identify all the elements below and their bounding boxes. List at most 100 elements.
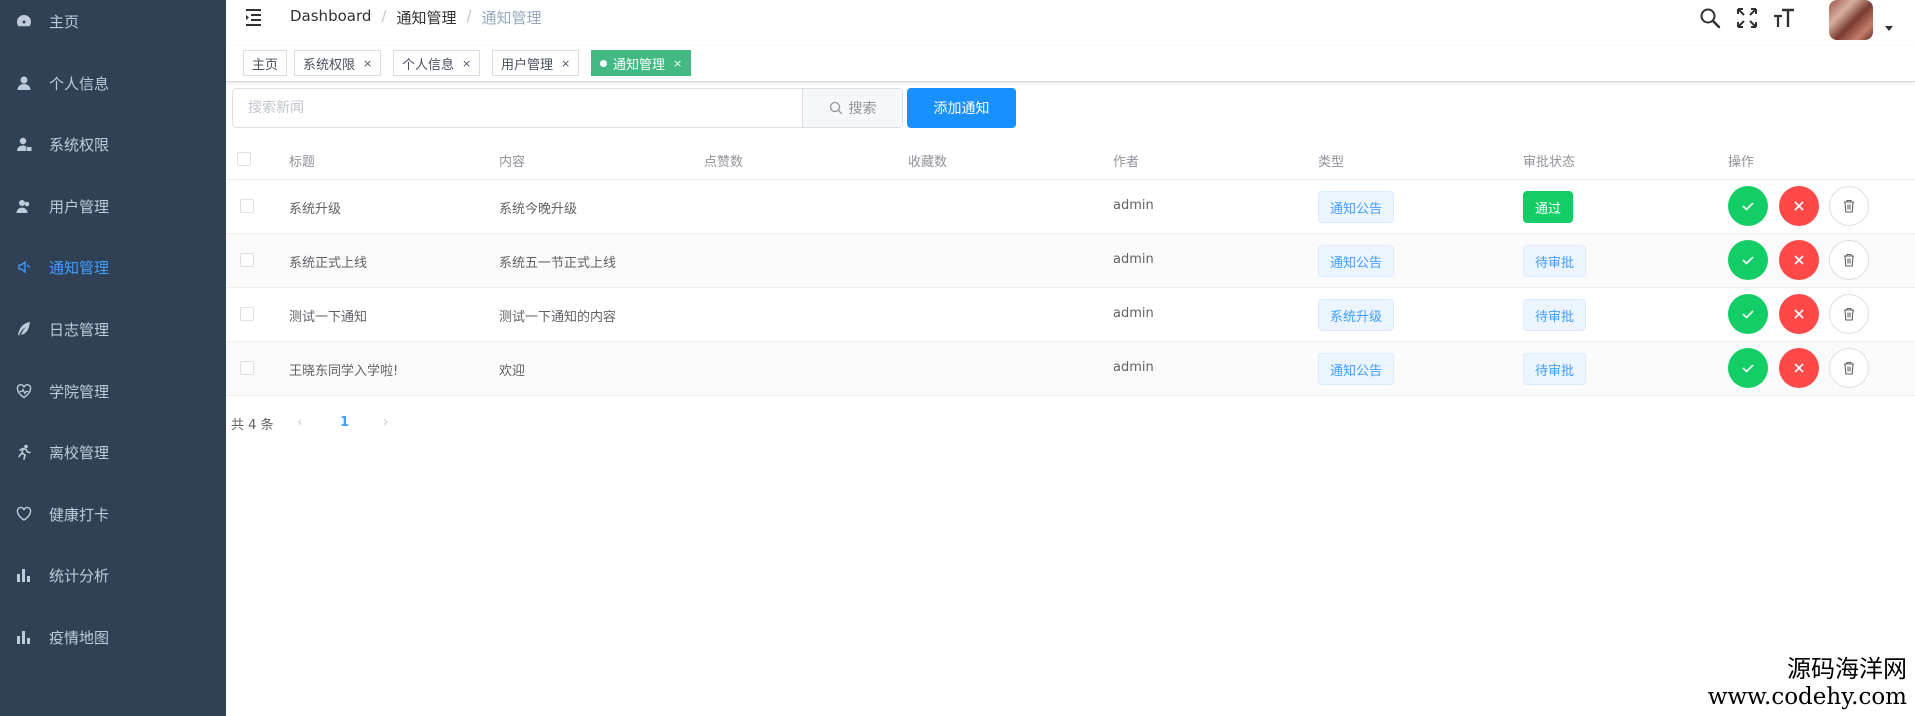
breadcrumb: Dashboard / 通知管理 / 通知管理 [290, 7, 542, 28]
delete-button[interactable] [1829, 240, 1869, 280]
search-icon[interactable] [1699, 7, 1721, 29]
pagination-page[interactable]: 1 [340, 415, 349, 430]
delete-button[interactable] [1829, 294, 1869, 334]
sidebar-item-label: 健康打卡 [49, 505, 110, 524]
breadcrumb-item[interactable]: 通知管理 [396, 7, 456, 28]
sidebar-item-leave-school[interactable]: 离校管理 [0, 421, 226, 483]
status-badge: 待审批 [1523, 299, 1587, 331]
right-menu [1695, 0, 1915, 46]
watermark: 源码海洋网 www.codehy.com [1708, 649, 1907, 710]
close-icon[interactable]: × [363, 57, 372, 70]
chevron-right-icon[interactable]: › [383, 415, 388, 430]
table-header: 标题 内容 点赞数 收藏数 作者 类型 审批状态 操作 [226, 138, 1915, 180]
chevron-down-icon[interactable] [1885, 26, 1893, 31]
breadcrumb-item[interactable]: Dashboard [290, 7, 371, 28]
sidebar-item-epidemic-map[interactable]: 疫情地图 [0, 606, 226, 668]
user-lock-icon [16, 136, 32, 152]
cell-title: 系统正式上线 [289, 256, 368, 271]
add-notification-button[interactable]: 添加通知 [907, 88, 1016, 128]
trash-icon [1844, 307, 1854, 321]
close-icon [1794, 201, 1804, 211]
tag-users[interactable]: 用户管理 × [492, 50, 580, 76]
sidebar-item-profile[interactable]: 个人信息 [0, 52, 226, 114]
users-icon [16, 198, 32, 214]
reject-button[interactable] [1779, 294, 1819, 334]
cell-content: 系统五一节正式上线 [499, 256, 617, 271]
sidebar-item-label: 系统权限 [49, 135, 110, 154]
column-header-status: 审批状态 [1523, 155, 1576, 170]
close-icon[interactable]: × [673, 57, 682, 70]
bar-chart-icon [16, 567, 32, 583]
tag-label: 主页 [252, 57, 279, 73]
type-tag: 通知公告 [1318, 353, 1395, 385]
close-icon[interactable]: × [462, 57, 471, 70]
delete-button[interactable] [1829, 186, 1869, 226]
sidebar-item-label: 主页 [49, 12, 80, 31]
approve-button[interactable] [1728, 186, 1768, 226]
row-checkbox[interactable] [240, 307, 254, 321]
tag-label: 系统权限 [303, 57, 356, 73]
row-checkbox[interactable] [240, 253, 254, 267]
cell-content: 测试一下通知的内容 [499, 310, 617, 325]
trash-icon [1844, 199, 1854, 213]
cell-author: admin [1113, 252, 1154, 267]
check-icon [1742, 256, 1754, 265]
check-icon [1742, 310, 1754, 319]
cell-author: admin [1113, 198, 1154, 213]
search-icon [829, 101, 842, 115]
sidebar-item-users[interactable]: 用户管理 [0, 175, 226, 237]
row-checkbox[interactable] [240, 361, 254, 375]
column-header-type: 类型 [1318, 155, 1345, 170]
fullscreen-icon[interactable] [1736, 7, 1758, 29]
search-button[interactable]: 搜索 [802, 89, 902, 127]
approve-button[interactable] [1728, 294, 1768, 334]
approve-button[interactable] [1728, 348, 1768, 388]
tags-view: 主页 系统权限 × 个人信息 × 用户管理 × 通知管理 × [226, 46, 1915, 82]
search-box: 搜索 [232, 88, 903, 128]
hamburger-icon[interactable] [245, 7, 265, 27]
column-header-content: 内容 [499, 155, 526, 170]
tag-permissions[interactable]: 系统权限 × [294, 50, 382, 76]
tag-home[interactable]: 主页 [243, 50, 288, 76]
sidebar-item-statistics[interactable]: 统计分析 [0, 544, 226, 606]
status-badge: 待审批 [1523, 353, 1587, 385]
sidebar: 主页 个人信息 系统权限 用户管理 通知管理 日志管理 学院管理 离校管理 健康… [0, 0, 226, 716]
avatar[interactable] [1829, 0, 1873, 40]
trash-icon [1844, 253, 1854, 267]
breadcrumb-separator: / [381, 7, 387, 25]
cell-author: admin [1113, 306, 1154, 321]
row-checkbox[interactable] [240, 199, 254, 213]
font-size-icon[interactable] [1773, 7, 1795, 29]
sidebar-item-college[interactable]: 学院管理 [0, 360, 226, 422]
table-row: 系统升级 系统今晚升级 admin 通知公告 通过 [226, 180, 1915, 234]
cell-title: 测试一下通知 [289, 310, 368, 325]
column-header-actions: 操作 [1728, 155, 1755, 170]
select-all-checkbox[interactable] [237, 152, 251, 166]
watermark-line1: 源码海洋网 [1787, 655, 1907, 683]
sidebar-item-logs[interactable]: 日志管理 [0, 298, 226, 360]
approve-button[interactable] [1728, 240, 1768, 280]
chevron-left-icon[interactable]: ‹ [297, 415, 302, 430]
close-icon [1794, 363, 1804, 373]
sidebar-item-label: 用户管理 [49, 197, 110, 216]
reject-button[interactable] [1779, 348, 1819, 388]
sidebar-item-permissions[interactable]: 系统权限 [0, 113, 226, 175]
tag-notifications[interactable]: 通知管理 × [591, 50, 692, 76]
column-header-author: 作者 [1113, 155, 1140, 170]
cell-content: 欢迎 [499, 364, 526, 379]
sidebar-item-notifications[interactable]: 通知管理 [0, 236, 226, 298]
tag-profile[interactable]: 个人信息 × [393, 50, 481, 76]
pagination-total: 共 4 条 [231, 417, 274, 433]
sidebar-item-label: 学院管理 [49, 382, 110, 401]
close-icon[interactable]: × [561, 57, 570, 70]
status-badge: 待审批 [1523, 245, 1587, 277]
search-input[interactable] [233, 89, 804, 127]
delete-button[interactable] [1829, 348, 1869, 388]
feather-icon [16, 321, 32, 337]
sidebar-item-health-checkin[interactable]: 健康打卡 [0, 483, 226, 545]
reject-button[interactable] [1779, 186, 1819, 226]
tag-label: 用户管理 [501, 57, 554, 73]
reject-button[interactable] [1779, 240, 1819, 280]
status-badge: 通过 [1523, 191, 1574, 223]
sidebar-item-home[interactable]: 主页 [0, 0, 226, 52]
